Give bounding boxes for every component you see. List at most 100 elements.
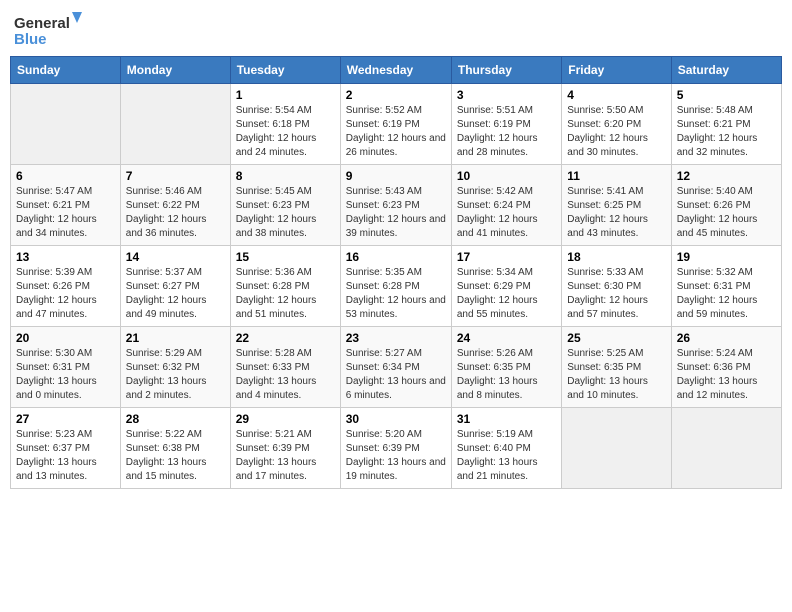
day-number: 21 xyxy=(126,331,225,345)
calendar-cell: 23 Sunrise: 5:27 AMSunset: 6:34 PMDayligh… xyxy=(340,327,451,408)
calendar-cell: 20Sunrise: 5:30 AMSunset: 6:31 PMDayligh… xyxy=(11,327,121,408)
day-info: Sunrise: 5:39 AMSunset: 6:26 PMDaylight:… xyxy=(16,266,115,322)
calendar-cell: 31 Sunrise: 5:19 AMSunset: 6:40 PMDayligh… xyxy=(451,408,561,489)
day-number: 19 xyxy=(677,250,776,264)
day-info: Sunrise: 5:40 AMSunset: 6:26 PMDaylight:… xyxy=(677,185,776,241)
column-header-tuesday: Tuesday xyxy=(230,57,340,84)
day-number: 31 xyxy=(457,412,556,426)
calendar-cell: 25 Sunrise: 5:25 AMSunset: 6:35 PMDayligh… xyxy=(562,327,671,408)
day-info: Sunrise: 5:42 AMSunset: 6:24 PMDaylight:… xyxy=(457,185,556,241)
day-info: Sunrise: 5:22 AMSunset: 6:38 PMDaylight:… xyxy=(126,428,225,484)
calendar-week-row: 27 Sunrise: 5:23 AMSunset: 6:37 PMDayligh… xyxy=(11,408,782,489)
calendar-cell: 16 Sunrise: 5:35 AMSunset: 6:28 PMDayligh… xyxy=(340,246,451,327)
calendar-cell: 9 Sunrise: 5:43 AMSunset: 6:23 PMDaylight… xyxy=(340,165,451,246)
day-info: Sunrise: 5:26 AMSunset: 6:35 PMDaylight:… xyxy=(457,347,556,403)
day-number: 23 xyxy=(346,331,446,345)
calendar-table: SundayMondayTuesdayWednesdayThursdayFrid… xyxy=(10,56,782,489)
calendar-cell: 6 Sunrise: 5:47 AMSunset: 6:21 PMDaylight… xyxy=(11,165,121,246)
calendar-cell xyxy=(120,84,230,165)
day-number: 9 xyxy=(346,169,446,183)
calendar-cell: 18Sunrise: 5:33 AMSunset: 6:30 PMDayligh… xyxy=(562,246,671,327)
calendar-cell: 8 Sunrise: 5:45 AMSunset: 6:23 PMDaylight… xyxy=(230,165,340,246)
calendar-cell: 24 Sunrise: 5:26 AMSunset: 6:35 PMDayligh… xyxy=(451,327,561,408)
day-info: Sunrise: 5:48 AMSunset: 6:21 PMDaylight:… xyxy=(677,104,776,160)
day-info: Sunrise: 5:52 AMSunset: 6:19 PMDaylight:… xyxy=(346,104,446,160)
day-number: 15 xyxy=(236,250,335,264)
day-info: Sunrise: 5:47 AMSunset: 6:21 PMDaylight:… xyxy=(16,185,115,241)
calendar-cell: 30 Sunrise: 5:20 AMSunset: 6:39 PMDayligh… xyxy=(340,408,451,489)
day-number: 28 xyxy=(126,412,225,426)
day-info: Sunrise: 5:45 AMSunset: 6:23 PMDaylight:… xyxy=(236,185,335,241)
day-info: Sunrise: 5:35 AMSunset: 6:28 PMDaylight:… xyxy=(346,266,446,322)
day-number: 11 xyxy=(567,169,665,183)
calendar-cell: 17 Sunrise: 5:34 AMSunset: 6:29 PMDayligh… xyxy=(451,246,561,327)
day-info: Sunrise: 5:29 AMSunset: 6:32 PMDaylight:… xyxy=(126,347,225,403)
column-header-saturday: Saturday xyxy=(671,57,781,84)
column-header-sunday: Sunday xyxy=(11,57,121,84)
day-info: Sunrise: 5:28 AMSunset: 6:33 PMDaylight:… xyxy=(236,347,335,403)
day-number: 16 xyxy=(346,250,446,264)
calendar-cell: 2 Sunrise: 5:52 AMSunset: 6:19 PMDaylight… xyxy=(340,84,451,165)
day-info: Sunrise: 5:46 AMSunset: 6:22 PMDaylight:… xyxy=(126,185,225,241)
day-number: 25 xyxy=(567,331,665,345)
calendar-cell: 11Sunrise: 5:41 AMSunset: 6:25 PMDayligh… xyxy=(562,165,671,246)
day-info: Sunrise: 5:36 AMSunset: 6:28 PMDaylight:… xyxy=(236,266,335,322)
day-number: 18 xyxy=(567,250,665,264)
day-info: Sunrise: 5:27 AMSunset: 6:34 PMDaylight:… xyxy=(346,347,446,403)
day-info: Sunrise: 5:25 AMSunset: 6:35 PMDaylight:… xyxy=(567,347,665,403)
calendar-cell: 4Sunrise: 5:50 AMSunset: 6:20 PMDaylight… xyxy=(562,84,671,165)
day-info: Sunrise: 5:21 AMSunset: 6:39 PMDaylight:… xyxy=(236,428,335,484)
day-number: 20 xyxy=(16,331,115,345)
day-number: 2 xyxy=(346,88,446,102)
calendar-week-row: 6 Sunrise: 5:47 AMSunset: 6:21 PMDaylight… xyxy=(11,165,782,246)
day-number: 24 xyxy=(457,331,556,345)
calendar-header-row: SundayMondayTuesdayWednesdayThursdayFrid… xyxy=(11,57,782,84)
calendar-cell: 27 Sunrise: 5:23 AMSunset: 6:37 PMDayligh… xyxy=(11,408,121,489)
calendar-cell: 15 Sunrise: 5:36 AMSunset: 6:28 PMDayligh… xyxy=(230,246,340,327)
calendar-cell: 13 Sunrise: 5:39 AMSunset: 6:26 PMDayligh… xyxy=(11,246,121,327)
day-number: 13 xyxy=(16,250,115,264)
calendar-cell: 22 Sunrise: 5:28 AMSunset: 6:33 PMDayligh… xyxy=(230,327,340,408)
calendar-cell xyxy=(11,84,121,165)
day-number: 30 xyxy=(346,412,446,426)
day-number: 27 xyxy=(16,412,115,426)
day-number: 4 xyxy=(567,88,665,102)
day-info: Sunrise: 5:23 AMSunset: 6:37 PMDaylight:… xyxy=(16,428,115,484)
day-info: Sunrise: 5:19 AMSunset: 6:40 PMDaylight:… xyxy=(457,428,556,484)
svg-text:General: General xyxy=(14,15,70,32)
calendar-week-row: 1Sunrise: 5:54 AMSunset: 6:18 PMDaylight… xyxy=(11,84,782,165)
calendar-cell: 21 Sunrise: 5:29 AMSunset: 6:32 PMDayligh… xyxy=(120,327,230,408)
calendar-cell: 7Sunrise: 5:46 AMSunset: 6:22 PMDaylight… xyxy=(120,165,230,246)
day-info: Sunrise: 5:24 AMSunset: 6:36 PMDaylight:… xyxy=(677,347,776,403)
column-header-friday: Friday xyxy=(562,57,671,84)
calendar-cell: 19 Sunrise: 5:32 AMSunset: 6:31 PMDayligh… xyxy=(671,246,781,327)
day-info: Sunrise: 5:20 AMSunset: 6:39 PMDaylight:… xyxy=(346,428,446,484)
day-number: 22 xyxy=(236,331,335,345)
calendar-week-row: 20Sunrise: 5:30 AMSunset: 6:31 PMDayligh… xyxy=(11,327,782,408)
day-info: Sunrise: 5:54 AMSunset: 6:18 PMDaylight:… xyxy=(236,104,335,160)
column-header-monday: Monday xyxy=(120,57,230,84)
calendar-cell: 29Sunrise: 5:21 AMSunset: 6:39 PMDayligh… xyxy=(230,408,340,489)
day-info: Sunrise: 5:43 AMSunset: 6:23 PMDaylight:… xyxy=(346,185,446,241)
calendar-cell: 12Sunrise: 5:40 AMSunset: 6:26 PMDayligh… xyxy=(671,165,781,246)
day-number: 17 xyxy=(457,250,556,264)
calendar-cell: 26Sunrise: 5:24 AMSunset: 6:36 PMDayligh… xyxy=(671,327,781,408)
column-header-wednesday: Wednesday xyxy=(340,57,451,84)
day-number: 8 xyxy=(236,169,335,183)
calendar-cell xyxy=(671,408,781,489)
day-number: 10 xyxy=(457,169,556,183)
day-number: 5 xyxy=(677,88,776,102)
day-number: 6 xyxy=(16,169,115,183)
day-info: Sunrise: 5:34 AMSunset: 6:29 PMDaylight:… xyxy=(457,266,556,322)
calendar-cell: 28 Sunrise: 5:22 AMSunset: 6:38 PMDayligh… xyxy=(120,408,230,489)
logo: General Blue xyxy=(14,10,84,50)
logo-svg: General Blue xyxy=(14,10,84,50)
svg-text:Blue: Blue xyxy=(14,31,47,48)
calendar-cell: 1Sunrise: 5:54 AMSunset: 6:18 PMDaylight… xyxy=(230,84,340,165)
day-info: Sunrise: 5:32 AMSunset: 6:31 PMDaylight:… xyxy=(677,266,776,322)
calendar-cell: 5 Sunrise: 5:48 AMSunset: 6:21 PMDaylight… xyxy=(671,84,781,165)
page-header: General Blue xyxy=(10,10,782,50)
day-number: 14 xyxy=(126,250,225,264)
day-info: Sunrise: 5:51 AMSunset: 6:19 PMDaylight:… xyxy=(457,104,556,160)
calendar-week-row: 13 Sunrise: 5:39 AMSunset: 6:26 PMDayligh… xyxy=(11,246,782,327)
